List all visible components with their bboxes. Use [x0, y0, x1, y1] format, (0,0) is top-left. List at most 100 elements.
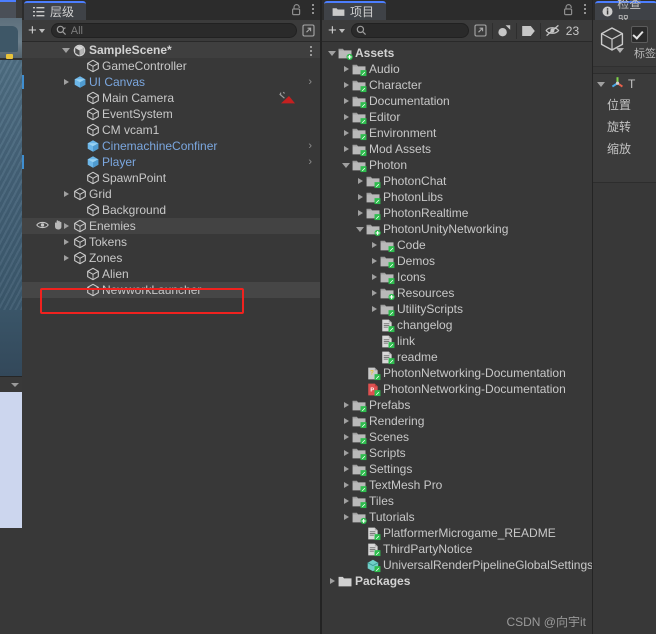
- chevron-right-icon[interactable]: [354, 173, 366, 189]
- project-item-character[interactable]: Character: [322, 77, 586, 93]
- project-item-photonnetworking-documentation[interactable]: ? PhotonNetworking-Documentation: [322, 365, 586, 381]
- scene-view-sliver[interactable]: [0, 0, 22, 634]
- chevron-right-icon[interactable]: ›: [308, 77, 312, 88]
- chevron-right-icon[interactable]: [368, 269, 380, 285]
- hidden-assets-icon[interactable]: [545, 24, 562, 38]
- project-item-packages[interactable]: Packages: [322, 573, 586, 589]
- hierarchy-menu-icon[interactable]: [310, 2, 316, 16]
- chevron-right-icon[interactable]: [340, 429, 352, 445]
- game-view-viewport[interactable]: [0, 392, 22, 528]
- hierarchy-item-player[interactable]: Player ›: [22, 154, 320, 170]
- chevron-right-icon[interactable]: [340, 477, 352, 493]
- project-item-photonunitynetworking[interactable]: PhotonUnityNetworking: [322, 221, 586, 237]
- project-item-link[interactable]: link: [322, 333, 586, 349]
- project-item-utilityscripts[interactable]: UtilityScripts: [322, 301, 586, 317]
- chevron-right-icon[interactable]: [340, 61, 352, 77]
- project-item-tiles[interactable]: Tiles: [322, 493, 586, 509]
- chevron-right-icon[interactable]: [340, 509, 352, 525]
- project-item-rendering[interactable]: Rendering: [322, 413, 586, 429]
- hierarchy-row-visibility-controls[interactable]: [36, 218, 65, 234]
- tab-inspector[interactable]: 检查器: [595, 0, 656, 28]
- hierarchy-item-cm-vcam1[interactable]: CM vcam1: [22, 122, 320, 138]
- chevron-down-icon[interactable]: [595, 76, 607, 92]
- hierarchy-item-grid[interactable]: Grid: [22, 186, 320, 202]
- project-item-photonrealtime[interactable]: PhotonRealtime: [322, 205, 586, 221]
- hierarchy-scene-row[interactable]: SampleScene*: [22, 42, 320, 58]
- transform-header[interactable]: T: [593, 74, 656, 94]
- chevron-right-icon[interactable]: [326, 573, 338, 589]
- chevron-right-icon[interactable]: [60, 234, 72, 250]
- hierarchy-item-enemies[interactable]: Enemies: [22, 218, 320, 234]
- chevron-right-icon[interactable]: [340, 109, 352, 125]
- project-item-thirdpartynotice[interactable]: ThirdPartyNotice: [322, 541, 586, 557]
- hierarchy-item-newworklauncher[interactable]: NewworkLauncher: [22, 282, 320, 298]
- eye-icon[interactable]: [36, 219, 49, 233]
- project-item-prefabs[interactable]: Prefabs: [322, 397, 586, 413]
- chevron-down-icon[interactable]: [354, 221, 366, 237]
- chevron-right-icon[interactable]: [368, 285, 380, 301]
- chevron-right-icon[interactable]: [340, 141, 352, 157]
- chevron-right-icon[interactable]: [60, 74, 72, 90]
- chevron-down-icon[interactable]: [60, 42, 72, 58]
- chevron-right-icon[interactable]: [368, 237, 380, 253]
- tab-project[interactable]: 项目: [324, 1, 387, 20]
- project-item-resources[interactable]: Resources: [322, 285, 586, 301]
- project-tree[interactable]: Assets Audio Character Documentation Editor E…: [322, 45, 592, 605]
- hierarchy-item-alien[interactable]: Alien: [22, 266, 320, 282]
- project-item-environment[interactable]: Environment: [322, 125, 586, 141]
- filter-by-type-button[interactable]: [497, 24, 512, 38]
- project-item-code[interactable]: Code: [322, 237, 586, 253]
- chevron-down-icon[interactable]: [326, 45, 338, 61]
- hierarchy-item-gamecontroller[interactable]: GameController: [22, 58, 320, 74]
- project-item-textmesh-pro[interactable]: TextMesh Pro: [322, 477, 586, 493]
- project-item-photonchat[interactable]: PhotonChat: [322, 173, 586, 189]
- hierarchy-item-zones[interactable]: Zones: [22, 250, 320, 266]
- project-item-documentation[interactable]: Documentation: [322, 93, 586, 109]
- scene-tab-stub[interactable]: [0, 0, 16, 19]
- hierarchy-item-background[interactable]: Background: [22, 202, 320, 218]
- chevron-right-icon[interactable]: [340, 493, 352, 509]
- project-item-mod-assets[interactable]: Mod Assets: [322, 141, 586, 157]
- chevron-right-icon[interactable]: [354, 189, 366, 205]
- filter-by-label-button[interactable]: [521, 24, 536, 38]
- project-item-tutorials[interactable]: Tutorials: [322, 509, 586, 525]
- lock-icon[interactable]: [291, 3, 302, 16]
- gameobject-active-checkbox[interactable]: [631, 26, 648, 43]
- chevron-right-icon[interactable]: [60, 250, 72, 266]
- hierarchy-item-cinemachineconfiner[interactable]: CinemachineConfiner ›: [22, 138, 320, 154]
- project-item-photonlibs[interactable]: PhotonLibs: [322, 189, 586, 205]
- chevron-right-icon[interactable]: [340, 397, 352, 413]
- project-search-input[interactable]: [350, 23, 469, 38]
- hierarchy-search-input[interactable]: All: [50, 23, 297, 38]
- project-item-photon[interactable]: Photon: [322, 157, 586, 173]
- project-item-scripts[interactable]: Scripts: [322, 445, 586, 461]
- create-object-button[interactable]: +: [26, 22, 47, 39]
- project-item-icons[interactable]: Icons: [322, 269, 586, 285]
- chevron-right-icon[interactable]: [340, 93, 352, 109]
- lock-icon[interactable]: [563, 3, 574, 16]
- tab-hierarchy[interactable]: 层级: [24, 1, 87, 20]
- project-item-audio[interactable]: Audio: [322, 61, 586, 77]
- chevron-right-icon[interactable]: [340, 125, 352, 141]
- hierarchy-tree[interactable]: GameController UI Canvas › Main Camera Event…: [22, 58, 320, 308]
- project-item-changelog[interactable]: changelog: [322, 317, 586, 333]
- hand-icon[interactable]: [53, 219, 65, 233]
- project-item-settings[interactable]: Settings: [322, 461, 586, 477]
- chevron-right-icon[interactable]: [340, 445, 352, 461]
- chevron-right-icon[interactable]: [340, 77, 352, 93]
- chevron-right-icon[interactable]: [340, 413, 352, 429]
- project-item-editor[interactable]: Editor: [322, 109, 586, 125]
- project-item-demos[interactable]: Demos: [322, 253, 586, 269]
- chevron-down-icon[interactable]: [616, 48, 624, 53]
- chevron-right-icon[interactable]: ›: [308, 157, 312, 168]
- chevron-right-icon[interactable]: ›: [308, 141, 312, 152]
- project-item-platformermicrogame-readme[interactable]: PlatformerMicrogame_README: [322, 525, 586, 541]
- chevron-right-icon[interactable]: [368, 253, 380, 269]
- project-item-universalrenderpipelineglobalsettings[interactable]: UniversalRenderPipelineGlobalSettings: [322, 557, 592, 573]
- project-search-expand-button[interactable]: [473, 24, 488, 38]
- hierarchy-item-main-camera[interactable]: Main Camera: [22, 90, 320, 106]
- chevron-right-icon[interactable]: [354, 205, 366, 221]
- chevron-right-icon[interactable]: [60, 186, 72, 202]
- create-asset-button[interactable]: +: [326, 22, 347, 39]
- chevron-down-icon[interactable]: [340, 157, 352, 173]
